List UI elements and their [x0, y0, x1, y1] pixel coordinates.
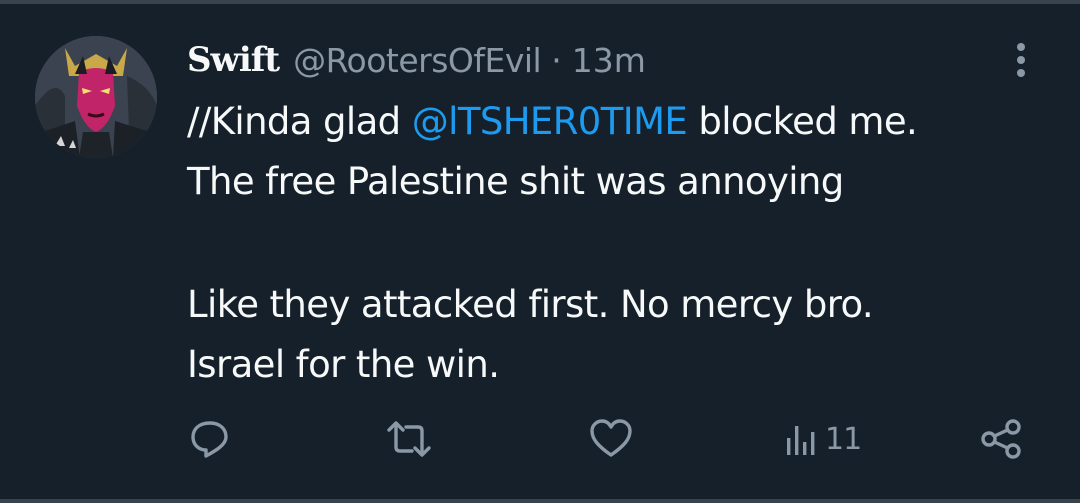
share-icon	[981, 419, 1021, 459]
paragraph-break	[187, 212, 1067, 275]
action-bar: 11	[0, 414, 1080, 464]
views-button[interactable]: 11	[785, 414, 862, 464]
reply-button[interactable]	[188, 414, 232, 464]
top-divider	[0, 0, 1080, 4]
more-options-button[interactable]	[1004, 40, 1038, 80]
tweet-line-2: The free Palestine shit was annoying	[187, 160, 844, 203]
tweet-line-4: Israel for the win.	[187, 343, 500, 386]
like-button[interactable]	[588, 414, 634, 464]
avatar[interactable]	[35, 36, 157, 158]
display-name[interactable]: Swift	[187, 40, 280, 80]
reply-icon	[191, 421, 228, 458]
avatar-image	[35, 36, 157, 158]
retweet-button[interactable]	[385, 414, 433, 464]
share-button[interactable]	[978, 414, 1024, 464]
tweet-line-1: //Kinda glad @lTSHER0TIME blocked me.	[187, 92, 1067, 152]
user-handle[interactable]: @RootersOfEvil	[293, 41, 542, 80]
views-icon	[787, 426, 815, 455]
mention-link[interactable]: @lTSHER0TIME	[412, 100, 688, 143]
bottom-divider	[0, 499, 1080, 503]
timestamp[interactable]: 13m	[572, 41, 646, 80]
retweet-icon	[387, 421, 431, 457]
tweet-text-suffix: blocked me.	[687, 100, 918, 143]
tweet-text-prefix: //Kinda glad	[187, 100, 412, 143]
tweet-line-3: Like they attacked first. No mercy bro.	[187, 283, 874, 326]
heart-icon	[590, 419, 632, 457]
tweet-text: //Kinda glad @lTSHER0TIME blocked me. Th…	[187, 92, 1067, 395]
tweet-header: Swift @RootersOfEvil · 13m	[187, 36, 646, 84]
header-separator: ·	[551, 40, 562, 80]
more-vertical-icon	[1017, 43, 1025, 77]
views-count: 11	[825, 421, 862, 457]
